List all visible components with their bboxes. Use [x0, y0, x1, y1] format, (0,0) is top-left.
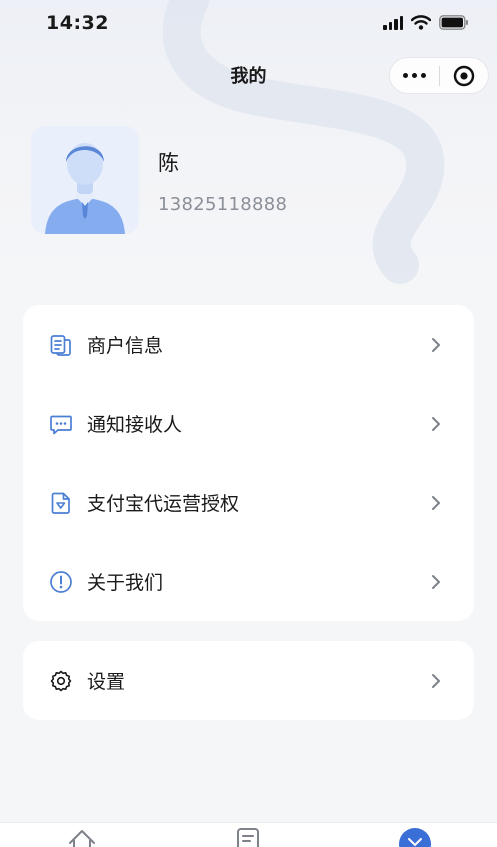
more-dots-icon[interactable] — [390, 58, 439, 93]
status-icons — [383, 15, 469, 30]
auth-file-icon — [51, 492, 70, 514]
orders-icon — [237, 828, 259, 847]
menu-item-label: 支付宝代运营授权 — [87, 493, 240, 515]
cellular-signal-icon — [383, 15, 403, 30]
chevron-right-icon — [432, 416, 440, 431]
user-phone: 13825118888 — [158, 194, 288, 215]
tab-home[interactable] — [66, 827, 98, 847]
tab-profile[interactable] — [398, 827, 432, 847]
menu-item-label: 关于我们 — [87, 572, 164, 594]
merchant-doc-icon — [50, 334, 71, 356]
chevron-right-icon — [432, 337, 440, 352]
chevron-right-icon — [432, 574, 440, 589]
profile-icon — [399, 828, 431, 847]
mini-program-capsule — [389, 57, 489, 94]
menu-item-notify-recipients[interactable]: 通知接收人 — [23, 384, 474, 463]
avatar[interactable] — [31, 126, 139, 234]
user-name: 陈 — [158, 151, 179, 175]
message-icon — [50, 415, 72, 434]
menu-item-label: 通知接收人 — [87, 414, 183, 436]
tab-bar — [0, 822, 497, 847]
gear-icon — [50, 670, 72, 691]
menu-card: 商户信息 通知接收人 支付宝代运营授权 关于我们 — [23, 305, 474, 621]
info-icon — [50, 570, 72, 593]
settings-card: 设置 — [23, 641, 474, 720]
target-close-icon[interactable] — [440, 58, 488, 93]
battery-icon — [439, 15, 468, 30]
menu-item-alipay-authorization[interactable]: 支付宝代运营授权 — [23, 463, 474, 542]
chevron-right-icon — [432, 495, 440, 510]
menu-item-settings[interactable]: 设置 — [23, 641, 474, 720]
tab-orders[interactable] — [235, 827, 261, 847]
home-icon — [69, 830, 95, 847]
status-bar: 14:32 — [0, 0, 497, 48]
menu-item-about-us[interactable]: 关于我们 — [23, 542, 474, 621]
status-time: 14:32 — [46, 12, 109, 34]
menu-item-merchant-info[interactable]: 商户信息 — [23, 305, 474, 384]
menu-item-label: 设置 — [87, 671, 126, 693]
menu-item-label: 商户信息 — [87, 335, 164, 357]
wifi-icon — [411, 15, 431, 30]
chevron-right-icon — [432, 673, 440, 688]
default-person-avatar-icon — [31, 126, 139, 234]
